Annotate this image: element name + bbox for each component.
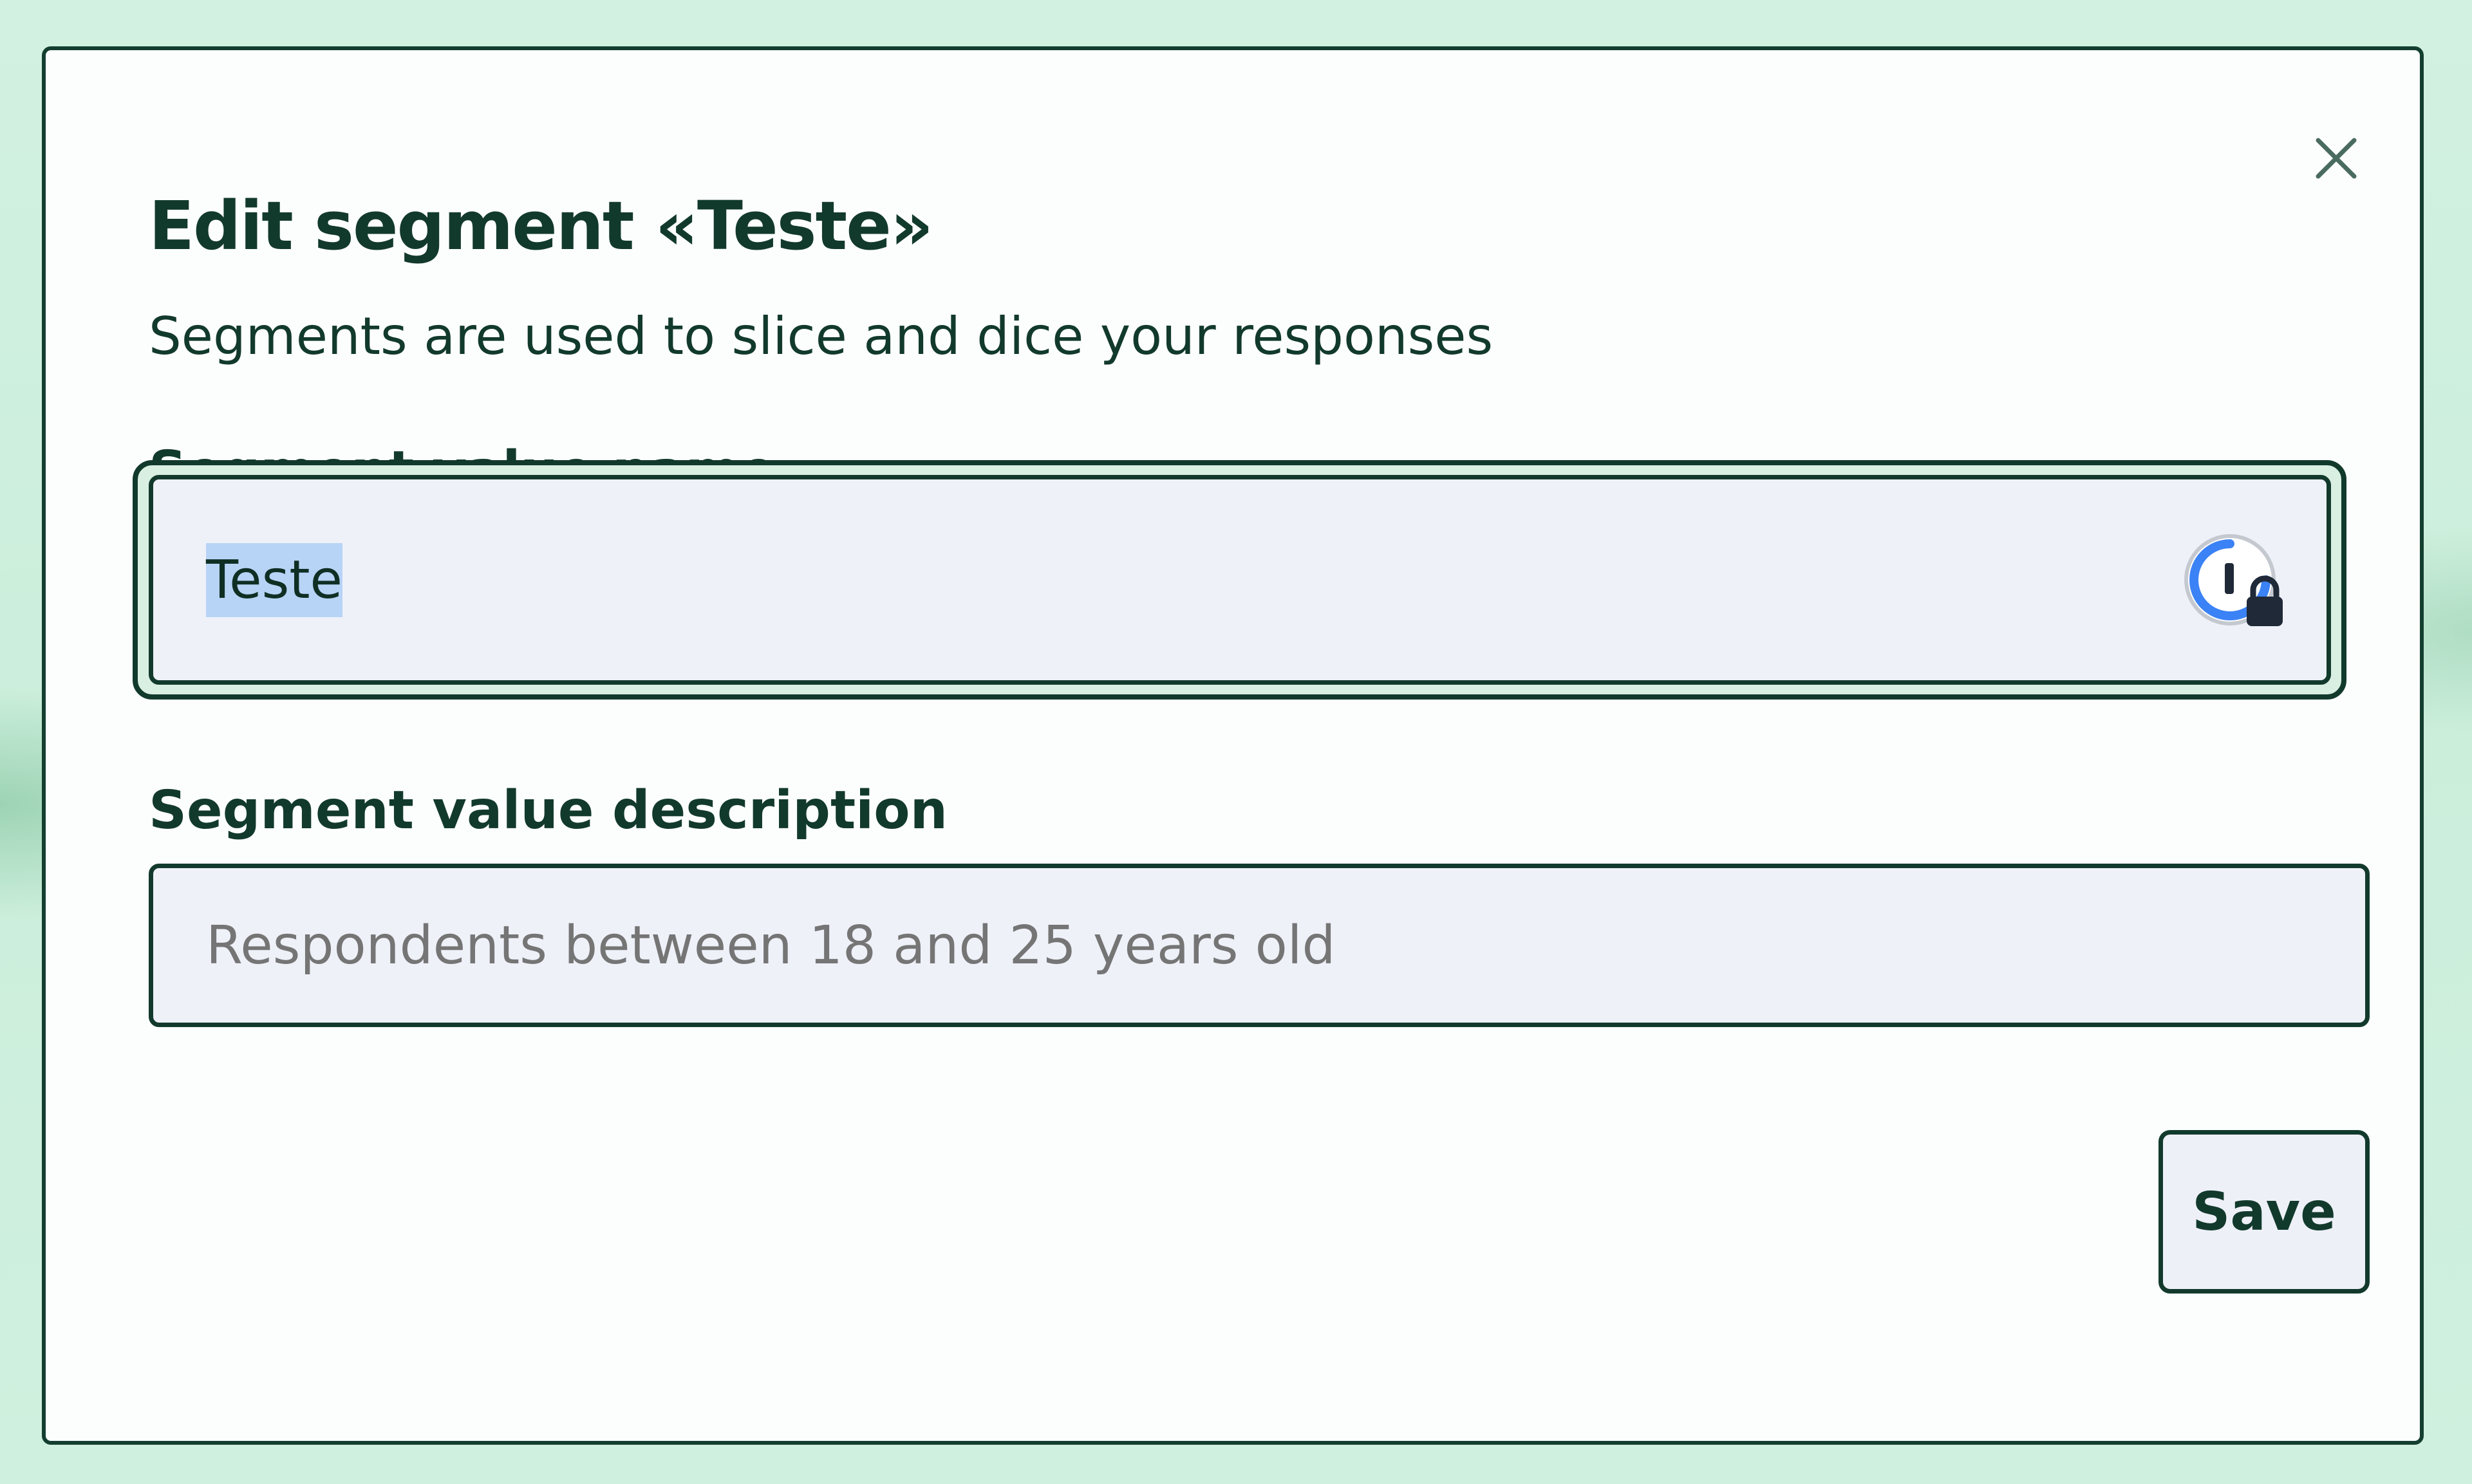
- save-button[interactable]: Save: [2158, 1130, 2370, 1294]
- close-button[interactable]: [2305, 127, 2367, 189]
- password-manager-icon[interactable]: [2180, 530, 2288, 638]
- edit-segment-dialog: Edit segment «Teste» Segments are used t…: [42, 46, 2424, 1445]
- segment-value-description-input[interactable]: [149, 864, 2370, 1027]
- segment-value-description-label: Segment value description: [149, 780, 948, 841]
- close-icon: [2316, 138, 2357, 179]
- dialog-subtitle: Segments are used to slice and dice your…: [149, 306, 1494, 366]
- dialog-title: Edit segment «Teste»: [149, 187, 933, 265]
- segment-value-name-text: Teste: [206, 543, 342, 617]
- segment-value-name-input[interactable]: Teste: [149, 475, 2331, 685]
